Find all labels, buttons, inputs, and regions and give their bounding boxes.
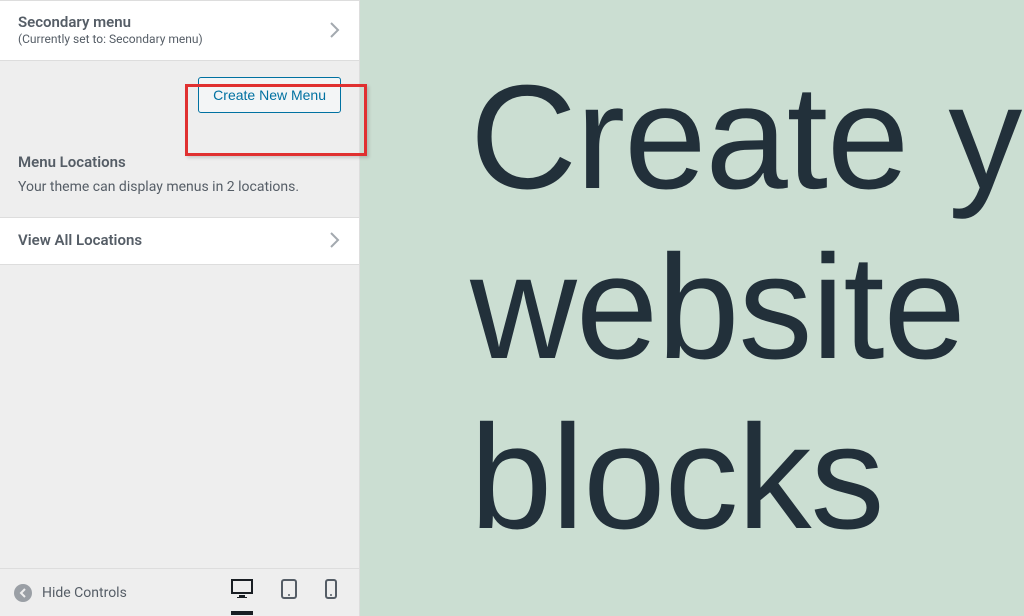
tablet-icon bbox=[281, 579, 297, 603]
device-mobile-button[interactable] bbox=[325, 571, 337, 615]
chevron-right-icon bbox=[327, 20, 341, 40]
view-all-locations-row[interactable]: View All Locations bbox=[0, 217, 359, 265]
sidebar-footer: Hide Controls bbox=[0, 568, 359, 616]
hero-line-2: website bbox=[470, 225, 965, 390]
sidebar-content: Secondary menu (Currently set to: Second… bbox=[0, 0, 359, 568]
view-all-locations-title: View All Locations bbox=[18, 231, 142, 249]
hero-line-3: blocks bbox=[470, 395, 884, 560]
device-tablet-button[interactable] bbox=[281, 571, 297, 615]
menu-locations-description: Your theme can display menus in 2 locati… bbox=[18, 179, 341, 195]
create-menu-area: Create New Menu bbox=[0, 61, 359, 129]
create-new-menu-button[interactable]: Create New Menu bbox=[198, 77, 341, 113]
device-desktop-button[interactable] bbox=[231, 571, 253, 615]
customizer-app: Secondary menu (Currently set to: Second… bbox=[0, 0, 1024, 616]
secondary-menu-titles: Secondary menu (Currently set to: Second… bbox=[18, 13, 203, 46]
hero-text: Create y website blocks bbox=[470, 53, 1021, 564]
menu-locations-heading: Menu Locations bbox=[18, 153, 341, 171]
menu-locations-section: Menu Locations Your theme can display me… bbox=[0, 129, 359, 217]
device-preview-buttons bbox=[231, 571, 349, 615]
secondary-menu-title: Secondary menu bbox=[18, 13, 203, 31]
desktop-icon bbox=[231, 579, 253, 603]
customizer-sidebar: Secondary menu (Currently set to: Second… bbox=[0, 0, 360, 616]
mobile-icon bbox=[325, 579, 337, 603]
chevron-right-icon bbox=[327, 230, 341, 250]
hero-line-1: Create y bbox=[470, 55, 1021, 220]
site-preview-pane[interactable]: Create y website blocks bbox=[360, 0, 1024, 616]
secondary-menu-subtitle: (Currently set to: Secondary menu) bbox=[18, 32, 203, 46]
collapse-left-icon bbox=[14, 584, 32, 602]
hide-controls-button[interactable]: Hide Controls bbox=[14, 584, 127, 602]
secondary-menu-row[interactable]: Secondary menu (Currently set to: Second… bbox=[0, 0, 359, 61]
hide-controls-label: Hide Controls bbox=[42, 585, 127, 601]
